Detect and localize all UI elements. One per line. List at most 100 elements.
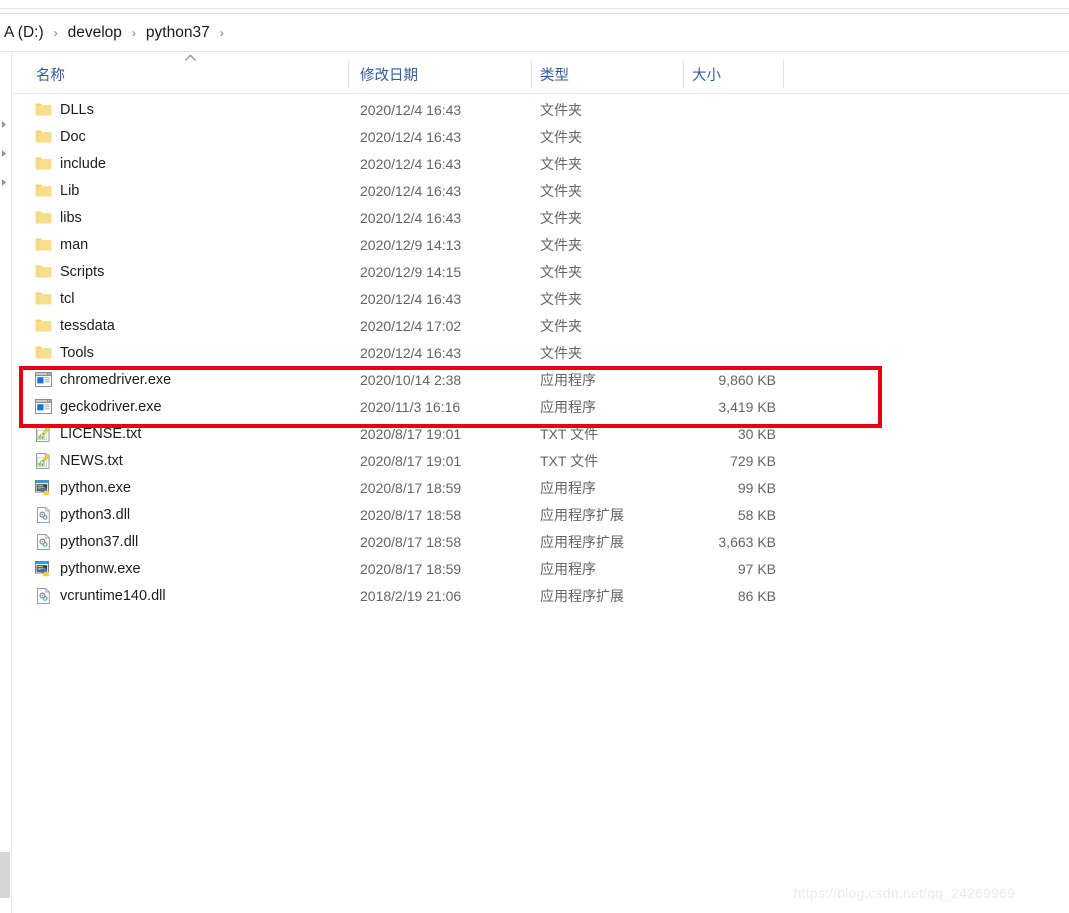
file-row[interactable]: geckodriver.exe2020/11/3 16:16应用程序3,419 … <box>12 393 1069 420</box>
file-date-modified: 2020/12/9 14:15 <box>360 258 461 285</box>
column-divider[interactable] <box>683 60 684 88</box>
file-row[interactable]: chromedriver.exe2020/10/14 2:38应用程序9,860… <box>12 366 1069 393</box>
chevron-right-icon[interactable] <box>0 120 9 129</box>
file-icon-cell <box>32 582 54 609</box>
application-icon <box>35 399 52 414</box>
file-date-modified: 2020/12/4 16:43 <box>360 96 461 123</box>
file-name: DLLs <box>60 96 94 123</box>
file-type: 应用程序 <box>540 393 596 420</box>
folder-icon <box>35 183 52 198</box>
file-size: 86 KB <box>640 582 776 609</box>
file-type: 应用程序扩展 <box>540 582 624 609</box>
sort-ascending-icon <box>184 49 197 57</box>
chevron-right-icon[interactable] <box>0 178 9 187</box>
file-name: python.exe <box>60 474 131 501</box>
file-name: LICENSE.txt <box>60 420 141 447</box>
file-name: Scripts <box>60 258 104 285</box>
file-icon-cell <box>32 366 54 393</box>
file-row[interactable]: pythonw.exe2020/8/17 18:59应用程序97 KB <box>12 555 1069 582</box>
dll-icon <box>36 534 51 550</box>
file-type: 文件夹 <box>540 231 582 258</box>
breadcrumb-item[interactable]: develop <box>64 23 126 43</box>
column-header-type[interactable]: 类型 <box>540 55 569 93</box>
file-type: 文件夹 <box>540 312 582 339</box>
file-row[interactable]: libs2020/12/4 16:43文件夹 <box>12 204 1069 231</box>
file-date-modified: 2020/8/17 18:58 <box>360 501 461 528</box>
file-row[interactable]: vcruntime140.dll 2018/2/19 21:06 应用程序扩展 86 … <box>12 582 1069 609</box>
file-icon-cell <box>32 447 54 474</box>
column-divider[interactable] <box>783 60 784 88</box>
file-row[interactable]: tcl2020/12/4 16:43文件夹 <box>12 285 1069 312</box>
address-bar[interactable]: A (D:)›develop›python37› <box>0 14 1069 51</box>
file-size: 729 KB <box>640 447 776 474</box>
file-name: vcruntime140.dll <box>60 582 166 609</box>
file-type: 文件夹 <box>540 123 582 150</box>
chevron-right-icon[interactable] <box>0 149 9 158</box>
file-icon-cell <box>32 231 54 258</box>
file-row[interactable]: Scripts2020/12/9 14:15文件夹 <box>12 258 1069 285</box>
breadcrumb-separator-icon: › <box>214 26 230 40</box>
file-name: include <box>60 150 106 177</box>
file-name: Tools <box>60 339 94 366</box>
file-icon-cell <box>32 285 54 312</box>
file-size <box>640 150 776 177</box>
column-header-size[interactable]: 大小 <box>692 55 721 93</box>
file-row[interactable]: man2020/12/9 14:13文件夹 <box>12 231 1069 258</box>
breadcrumb-item[interactable]: python37 <box>142 23 214 43</box>
file-name: chromedriver.exe <box>60 366 171 393</box>
file-row[interactable]: Lib2020/12/4 16:43文件夹 <box>12 177 1069 204</box>
folder-icon <box>35 318 52 333</box>
file-row[interactable]: LICENSE.txt2020/8/17 19:01TXT 文件30 KB <box>12 420 1069 447</box>
breadcrumb-separator-icon: › <box>126 26 142 40</box>
file-row[interactable]: DLLs2020/12/4 16:43文件夹 <box>12 96 1069 123</box>
file-icon-cell <box>32 258 54 285</box>
navigation-pane-scrollbar-thumb[interactable] <box>0 852 10 898</box>
file-size <box>640 285 776 312</box>
column-header-underline <box>12 93 1069 94</box>
file-date-modified: 2020/12/4 17:02 <box>360 312 461 339</box>
file-date-modified: 2020/12/4 16:43 <box>360 339 461 366</box>
breadcrumb[interactable]: A (D:)›develop›python37› <box>0 23 230 43</box>
file-name: NEWS.txt <box>60 447 123 474</box>
folder-icon <box>35 345 52 360</box>
file-list[interactable]: DLLs2020/12/4 16:43文件夹Doc2020/12/4 16:43… <box>12 96 1069 609</box>
file-row[interactable]: python3.dll2020/8/17 18:58应用程序扩展58 KB <box>12 501 1069 528</box>
file-name: Lib <box>60 177 79 204</box>
file-explorer-window: A (D:)›develop›python37› 名称 修改日期 类型 大小 D… <box>0 0 1069 913</box>
file-name: libs <box>60 204 82 231</box>
file-icon-cell <box>32 420 54 447</box>
file-row[interactable]: include2020/12/4 16:43文件夹 <box>12 150 1069 177</box>
column-header-name[interactable]: 名称 <box>36 55 65 93</box>
file-type: 文件夹 <box>540 339 582 366</box>
file-date-modified: 2020/12/4 16:43 <box>360 123 461 150</box>
file-type: 应用程序 <box>540 474 596 501</box>
file-size: 3,419 KB <box>640 393 776 420</box>
column-header-date-modified[interactable]: 修改日期 <box>360 55 418 93</box>
file-date-modified: 2020/8/17 18:59 <box>360 555 461 582</box>
file-date-modified: 2020/8/17 19:01 <box>360 447 461 474</box>
column-divider[interactable] <box>348 60 349 88</box>
file-date-modified: 2018/2/19 21:06 <box>360 582 461 609</box>
breadcrumb-item[interactable]: A (D:) <box>0 23 48 43</box>
file-row[interactable]: Tools 2020/12/4 16:43 文件夹 <box>12 339 1069 366</box>
file-name: man <box>60 231 88 258</box>
file-type: 应用程序 <box>540 555 596 582</box>
file-row[interactable]: python37.dll2020/8/17 18:58应用程序扩展3,663 K… <box>12 528 1069 555</box>
file-size: 9,860 KB <box>640 366 776 393</box>
column-divider[interactable] <box>531 60 532 88</box>
file-row[interactable]: Doc2020/12/4 16:43文件夹 <box>12 123 1069 150</box>
file-row[interactable]: python.exe2020/8/17 18:59应用程序99 KB <box>12 474 1069 501</box>
folder-icon <box>35 156 52 171</box>
file-row[interactable]: NEWS.txt 2020/8/17 19:01 TXT 文件 729 KB <box>12 447 1069 474</box>
file-icon-cell <box>32 501 54 528</box>
text-file-icon <box>35 453 51 469</box>
file-type: TXT 文件 <box>540 447 598 474</box>
file-date-modified: 2020/12/4 16:43 <box>360 177 461 204</box>
file-name: python37.dll <box>60 528 138 555</box>
file-date-modified: 2020/8/17 18:58 <box>360 528 461 555</box>
file-icon-cell <box>32 312 54 339</box>
file-row[interactable]: tessdata2020/12/4 17:02文件夹 <box>12 312 1069 339</box>
file-date-modified: 2020/12/4 16:43 <box>360 204 461 231</box>
file-size: 30 KB <box>640 420 776 447</box>
python-exe-icon <box>35 561 52 577</box>
